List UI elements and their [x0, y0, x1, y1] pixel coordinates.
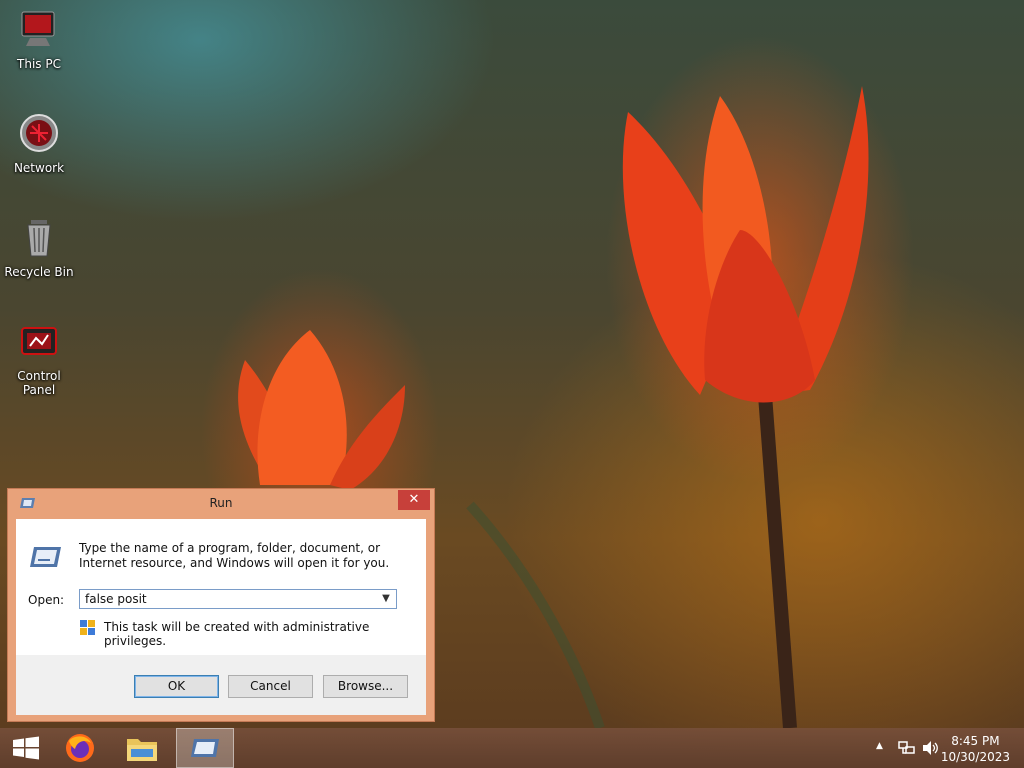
cancel-button[interactable]: Cancel: [228, 675, 313, 698]
desktop-icon-this-pc[interactable]: This PC: [1, 8, 77, 71]
chevron-up-icon[interactable]: ▲: [876, 741, 883, 751]
open-label: Open:: [28, 593, 65, 607]
control-panel-icon: [21, 327, 57, 355]
desktop-icon-label: This PC: [17, 57, 61, 71]
close-button[interactable]: ✕: [398, 490, 430, 510]
run-icon: [191, 739, 219, 757]
close-icon: ✕: [408, 492, 420, 507]
taskbar-firefox[interactable]: [54, 728, 106, 768]
ok-button[interactable]: OK: [134, 675, 219, 698]
clock-time: 8:45 PM: [951, 734, 1000, 748]
file-explorer-icon: [127, 739, 157, 761]
desktop-icon-network[interactable]: Network: [1, 112, 77, 175]
start-icon: [13, 736, 39, 760]
desktop-icon-label: Control Panel: [17, 369, 61, 397]
desktop-icon-label: Network: [13, 161, 65, 175]
start-button[interactable]: [0, 728, 52, 768]
run-program-icon: [30, 547, 61, 567]
recycle-bin-icon: [27, 220, 51, 257]
this-pc-icon: [21, 11, 55, 46]
desktop-icon-control-panel[interactable]: Control Panel: [1, 320, 77, 397]
run-dialog-body: Type the name of a program, folder, docu…: [16, 519, 426, 715]
volume-icon[interactable]: [922, 740, 940, 756]
network-icon: [20, 114, 58, 152]
run-dialog: Run ✕ Type the name of a program, folder…: [7, 488, 435, 722]
admin-note: This task will be created with administr…: [104, 620, 370, 648]
firefox-icon: [66, 734, 94, 762]
open-input[interactable]: [80, 590, 375, 608]
clock-date: 10/30/2023: [940, 750, 1010, 764]
open-combobox[interactable]: ▼: [79, 589, 397, 609]
taskbar-clock[interactable]: 8:45 PM 10/30/2023: [941, 733, 1010, 765]
chevron-down-icon[interactable]: ▼: [378, 591, 394, 607]
desktop-icon-label: Recycle Bin: [4, 265, 74, 279]
network-status-icon[interactable]: [898, 740, 916, 756]
taskbar-file-explorer[interactable]: [116, 728, 168, 768]
run-description: Type the name of a program, folder, docu…: [79, 541, 390, 570]
taskbar: ▲ 8:45 PM 10/30/2023: [0, 728, 1024, 768]
dialog-title: Run: [209, 496, 233, 510]
admin-shield-icon: [80, 620, 95, 635]
browse-button[interactable]: Browse...: [323, 675, 408, 698]
system-tray: ▲: [874, 728, 944, 768]
taskbar-run[interactable]: [176, 728, 234, 768]
desktop-icon-recycle-bin[interactable]: Recycle Bin: [1, 216, 77, 279]
run-titlebar[interactable]: Run ✕: [8, 489, 434, 517]
